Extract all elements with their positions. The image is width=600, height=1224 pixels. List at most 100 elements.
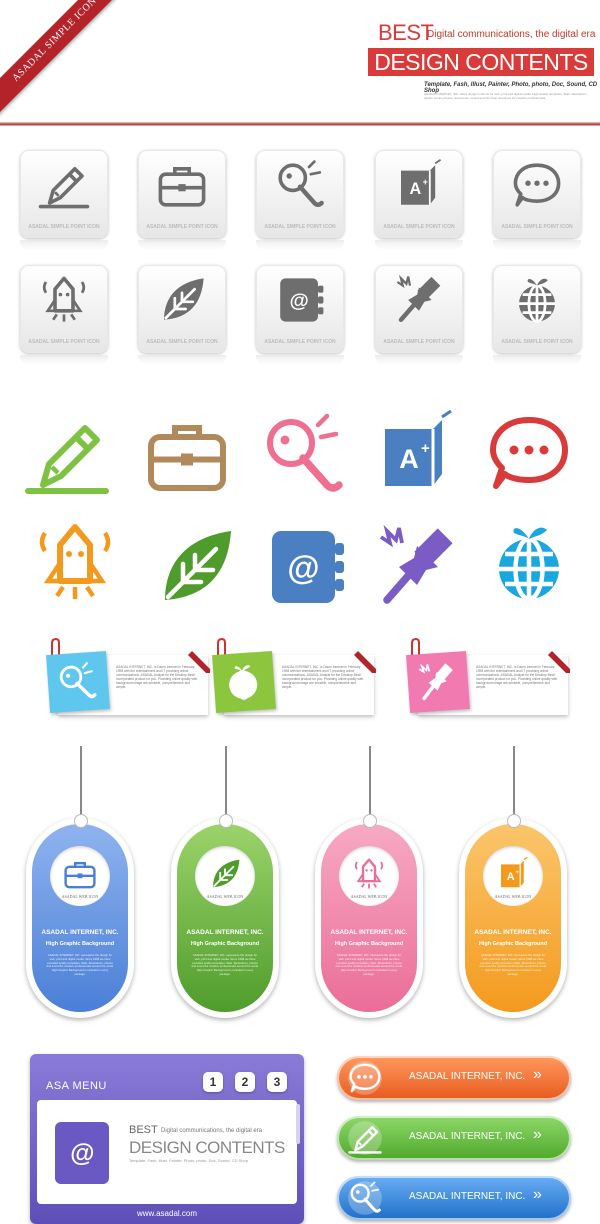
menu-number-2[interactable]: 2 xyxy=(235,1072,255,1092)
rocket-icon xyxy=(30,518,120,608)
tile-label: ASADAL SIMPLE POINT ICON xyxy=(383,224,455,230)
menu-best: BEST xyxy=(129,1124,158,1136)
tile-reflection xyxy=(20,240,108,250)
tag-body-text: ASADAL INTERNET, INC. represents the des… xyxy=(46,953,114,976)
tile-label: ASADAL SIMPLE POINT ICON xyxy=(264,339,336,345)
pencil-icon xyxy=(347,1121,383,1155)
globe-icon xyxy=(484,518,574,608)
globe-icon xyxy=(221,660,266,705)
at-sign-icon: @ xyxy=(70,1139,94,1167)
menu-number-1[interactable]: 1 xyxy=(203,1072,223,1092)
tile-label: ASADAL SIMPLE POINT ICON xyxy=(501,339,573,345)
tile-label: ASADAL SIMPLE POINT ICON xyxy=(383,339,455,345)
tag-pink-rocket[interactable]: ASADAL WEB ICON ASADAL INTERNET, INC. Hi… xyxy=(315,814,423,1018)
tile-reflection xyxy=(375,355,463,365)
color-magnifier[interactable] xyxy=(258,410,348,500)
book-icon xyxy=(495,856,531,892)
tile-rocket[interactable]: ASADAL SIMPLE POINT ICON xyxy=(20,265,108,353)
color-book[interactable] xyxy=(370,408,460,498)
menu-url[interactable]: www.asadal.com xyxy=(30,1209,304,1218)
tile-address-book[interactable]: ASADAL SIMPLE POINT ICON xyxy=(256,265,344,353)
pill-button-orange[interactable]: ASADAL INTERNET, INC. » xyxy=(337,1056,571,1100)
briefcase-icon xyxy=(155,158,209,212)
color-rocket[interactable] xyxy=(30,518,120,608)
tile-reflection xyxy=(493,240,581,250)
tile-leaf[interactable]: ASADAL SIMPLE POINT ICON xyxy=(138,265,226,353)
color-briefcase[interactable] xyxy=(142,410,232,500)
magnifier-icon xyxy=(55,660,100,705)
leaf-icon xyxy=(207,856,243,892)
menu-screen: @ BEST Digital communications, the digit… xyxy=(37,1100,297,1204)
tile-label: ASADAL SIMPLE POINT ICON xyxy=(501,224,573,230)
color-globe[interactable] xyxy=(484,518,574,608)
tag-company: ASADAL INTERNET, INC. xyxy=(186,929,264,936)
speech-bubble-icon xyxy=(510,158,564,212)
tag-body-text: ASADAL INTERNET, INC. represents the des… xyxy=(191,953,259,976)
note-card-globe[interactable]: ASADAL INTERNET, INC. Is Daum Internet i… xyxy=(212,637,376,715)
magnifier-icon xyxy=(348,1180,382,1215)
tile-briefcase[interactable]: ASADAL SIMPLE POINT ICON xyxy=(138,150,226,238)
hanging-string xyxy=(225,746,227,822)
corner-ribbon: ASADAL SIMPLE ICON xyxy=(0,0,131,116)
tile-pushpin[interactable]: ASADAL SIMPLE POINT ICON xyxy=(375,265,463,353)
tile-reflection xyxy=(256,240,344,250)
tile-reflection xyxy=(20,355,108,365)
menu-design-contents: DESIGN CONTENTS xyxy=(129,1138,285,1157)
menu-number-3[interactable]: 3 xyxy=(267,1072,287,1092)
tag-web-icon-label: ASADAL WEB ICON xyxy=(61,894,99,899)
tile-magnifier[interactable]: ASADAL SIMPLE POINT ICON xyxy=(256,150,344,238)
ribbon-text: ASADAL SIMPLE ICON xyxy=(10,0,99,84)
tile-reflection xyxy=(375,240,463,250)
color-pushpin[interactable] xyxy=(372,522,462,612)
book-icon xyxy=(370,408,460,498)
tag-icon-circle: ASADAL WEB ICON xyxy=(339,846,399,906)
briefcase-icon xyxy=(142,410,232,500)
hanging-string xyxy=(369,746,371,822)
tile-reflection xyxy=(256,355,344,365)
tag-orange-book[interactable]: ASADAL WEB ICON ASADAL INTERNET, INC. Hi… xyxy=(459,814,567,1018)
pill-button-blue[interactable]: ASADAL INTERNET, INC. » xyxy=(337,1176,571,1220)
pushpin-icon xyxy=(372,522,462,612)
tag-hole xyxy=(507,814,521,828)
tile-pencil[interactable]: ASADAL SIMPLE POINT ICON xyxy=(20,150,108,238)
tag-hole xyxy=(219,814,233,828)
chevron-right-icon: » xyxy=(533,1126,542,1143)
tag-body: ASADAL WEB ICON ASADAL INTERNET, INC. Hi… xyxy=(177,824,273,1012)
tile-reflection xyxy=(138,240,226,250)
tile-book[interactable]: ASADAL SIMPLE POINT ICON xyxy=(375,150,463,238)
magnifier-icon xyxy=(273,158,327,212)
tile-label: ASADAL SIMPLE POINT ICON xyxy=(28,339,100,345)
speech-bubble-icon xyxy=(348,1061,382,1095)
pill-label: ASADAL INTERNET, INC. xyxy=(409,1071,526,1082)
tag-body: ASADAL WEB ICON ASADAL INTERNET, INC. Hi… xyxy=(32,824,128,1012)
tile-label: ASADAL SIMPLE POINT ICON xyxy=(146,224,218,230)
note-card-magnifier[interactable]: ASADAL INTERNET, INC. Is Daum Internet i… xyxy=(46,637,210,715)
tag-body: ASADAL WEB ICON ASADAL INTERNET, INC. Hi… xyxy=(321,824,417,1012)
tag-icon-circle: ASADAL WEB ICON xyxy=(483,846,543,906)
menu-scrollbar[interactable] xyxy=(296,1104,300,1144)
address-book-icon: @ xyxy=(55,1122,109,1184)
tag-blue-briefcase[interactable]: ASADAL WEB ICON ASADAL INTERNET, INC. Hi… xyxy=(26,814,134,1018)
color-address-book[interactable] xyxy=(260,522,350,612)
tag-bg-label: High Graphic Background xyxy=(190,941,260,947)
tile-label: ASADAL SIMPLE POINT ICON xyxy=(146,339,218,345)
address-book-icon xyxy=(260,522,350,612)
address-book-icon xyxy=(273,273,327,327)
menu-title: ASA MENU xyxy=(46,1080,107,1092)
note-card-pushpin[interactable]: ASADAL INTERNET, INC. Is Daum Internet i… xyxy=(406,637,570,715)
tile-globe[interactable]: ASADAL SIMPLE POINT ICON xyxy=(493,265,581,353)
pencil-icon xyxy=(37,158,91,212)
pill-button-green[interactable]: ASADAL INTERNET, INC. » xyxy=(337,1116,571,1160)
color-pencil[interactable] xyxy=(22,410,112,500)
tag-web-icon-label: ASADAL WEB ICON xyxy=(494,894,532,899)
corner-ribbon-icon xyxy=(548,651,570,673)
color-speech-bubble[interactable] xyxy=(484,408,574,498)
magnifier-icon xyxy=(258,410,348,500)
corner-ribbon-icon xyxy=(354,651,376,673)
color-leaf[interactable] xyxy=(150,522,240,612)
tile-speech-bubble[interactable]: ASADAL SIMPLE POINT ICON xyxy=(493,150,581,238)
tag-body: ASADAL WEB ICON ASADAL INTERNET, INC. Hi… xyxy=(465,824,561,1012)
globe-icon xyxy=(510,273,564,327)
leaf-icon xyxy=(155,273,209,327)
tag-green-leaf[interactable]: ASADAL WEB ICON ASADAL INTERNET, INC. Hi… xyxy=(171,814,279,1018)
